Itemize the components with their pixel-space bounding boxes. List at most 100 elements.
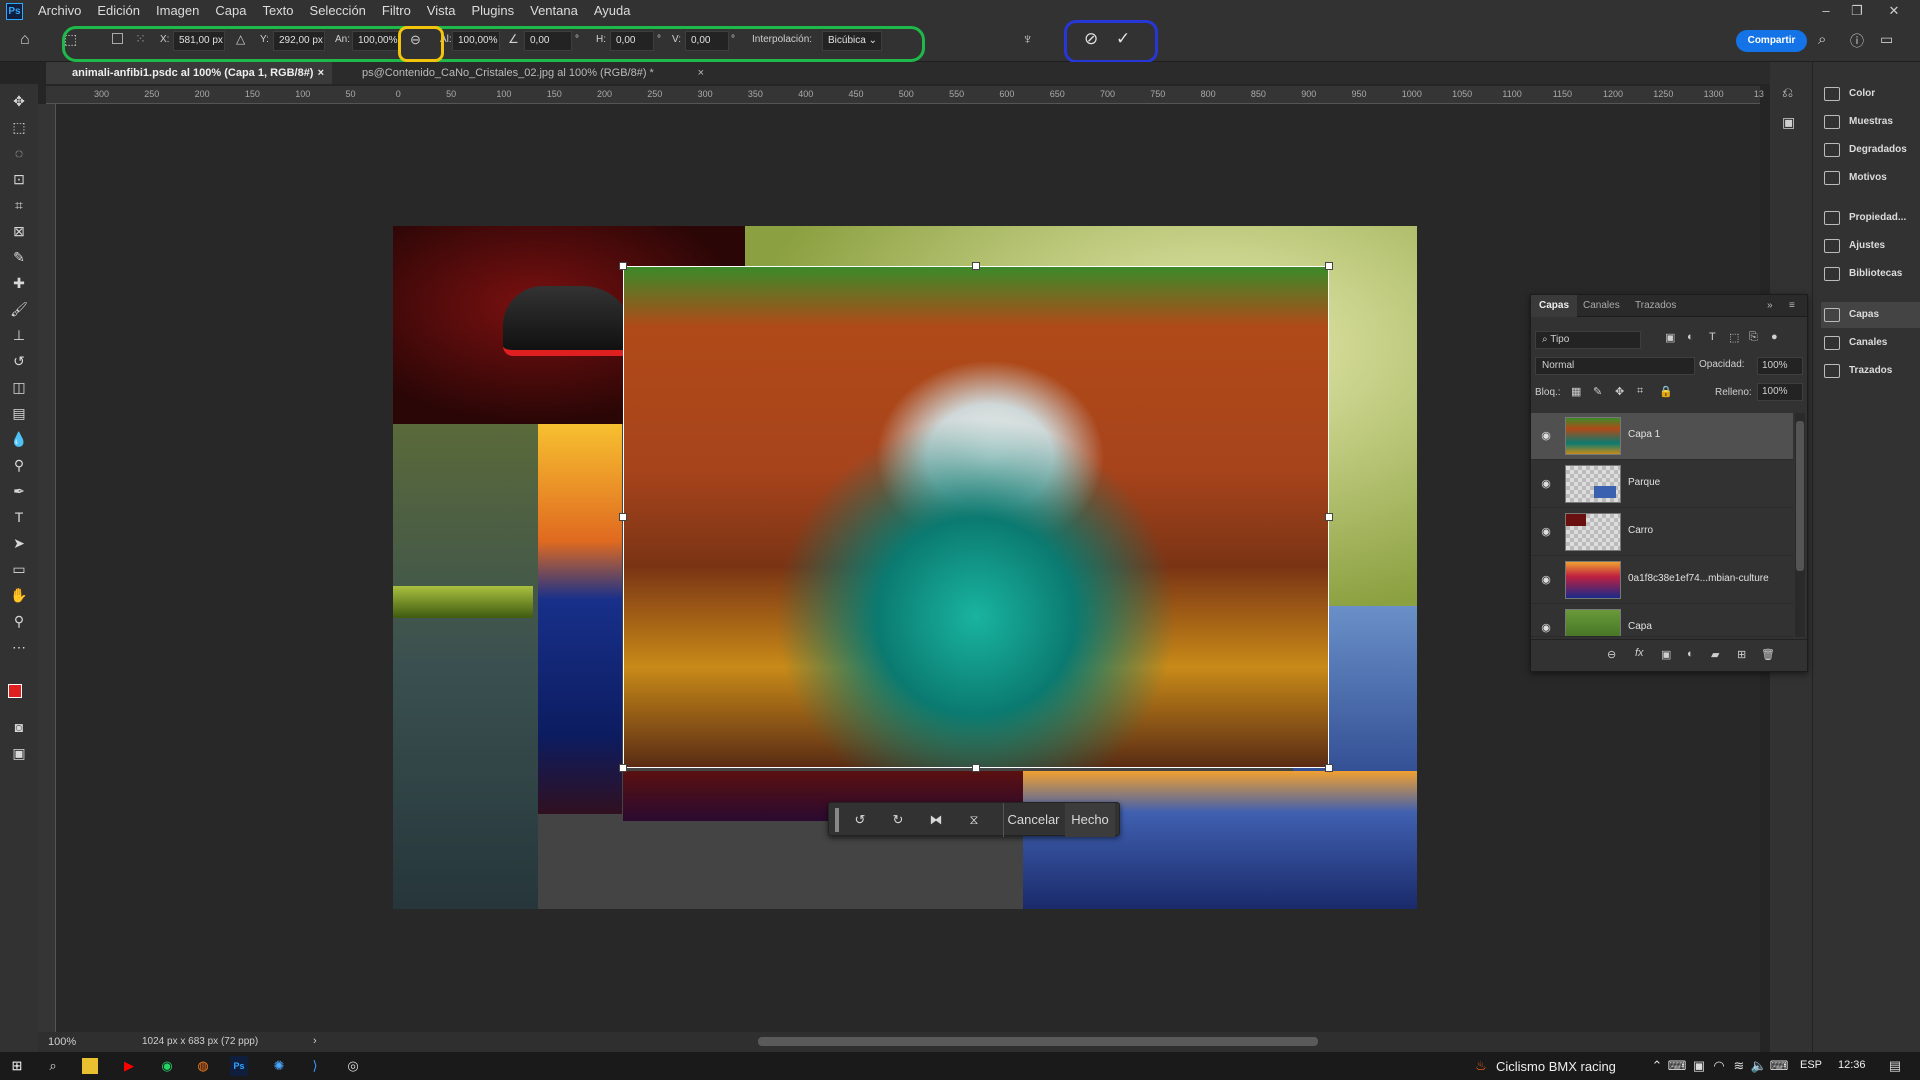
lock-transparency-icon[interactable]: ▦: [1571, 385, 1581, 398]
rotate-right-icon[interactable]: ↻: [883, 803, 913, 837]
eye-icon[interactable]: ◉: [1539, 525, 1553, 539]
grip-handle[interactable]: [835, 808, 839, 832]
panel-patterns[interactable]: Motivos: [1821, 165, 1887, 191]
home-icon[interactable]: ⌂: [20, 31, 30, 49]
transform-handle-r[interactable]: [1325, 513, 1333, 521]
panel-layers[interactable]: Capas: [1821, 302, 1920, 328]
comments-icon[interactable]: ▣: [1782, 114, 1795, 131]
panel-paths[interactable]: Trazados: [1821, 358, 1892, 384]
panel-color[interactable]: Color: [1821, 81, 1875, 107]
pen-tool-icon[interactable]: ✒: [6, 480, 32, 502]
workspace-icon[interactable]: ▭: [1880, 31, 1893, 48]
tab-trazados[interactable]: Trazados: [1627, 295, 1684, 317]
keyboard-icon[interactable]: ⌨: [1768, 1056, 1790, 1076]
menu-filtro[interactable]: Filtro: [374, 0, 419, 22]
lock-all-icon[interactable]: 🔒: [1659, 385, 1673, 398]
document-info[interactable]: 1024 px x 683 px (72 ppp): [142, 1036, 258, 1047]
whatsapp-icon[interactable]: ◉: [156, 1056, 178, 1076]
layer-filter-select[interactable]: ⌕ Tipo: [1535, 331, 1641, 349]
zoom-level[interactable]: 100%: [48, 1036, 76, 1048]
taskbar-app-title[interactable]: Ciclismo BMX racing: [1496, 1059, 1616, 1074]
layer-row-capa[interactable]: ◉ Capa: [1531, 605, 1793, 637]
layers-scrollbar[interactable]: [1795, 413, 1805, 637]
wifi-icon-2[interactable]: ≋: [1728, 1056, 1750, 1076]
quick-mask-icon[interactable]: ◙: [6, 716, 32, 738]
share-button[interactable]: Compartir: [1736, 30, 1807, 52]
crop-tool-icon[interactable]: ⌗: [6, 194, 32, 216]
menu-ayuda[interactable]: Ayuda: [586, 0, 639, 22]
menu-ventana[interactable]: Ventana: [522, 0, 586, 22]
zoom-tool-icon[interactable]: ⚲: [6, 610, 32, 632]
layer-row-parque[interactable]: ◉ Parque: [1531, 461, 1793, 508]
tab-animali[interactable]: animali-anfibi1.psdc al 100% (Capa 1, RG…: [46, 62, 332, 84]
transform-handle-br[interactable]: [1325, 764, 1333, 772]
lock-position-icon[interactable]: ✥: [1615, 385, 1624, 398]
transform-handle-l[interactable]: [619, 513, 627, 521]
transform-handle-t[interactable]: [972, 262, 980, 270]
blur-tool-icon[interactable]: 💧: [6, 428, 32, 450]
minimize-icon[interactable]: –: [1812, 0, 1840, 22]
panel-gradients[interactable]: Degradados: [1821, 137, 1907, 163]
eye-icon[interactable]: ◉: [1539, 573, 1553, 587]
link-layers-icon[interactable]: ⊖: [1607, 648, 1616, 661]
capa-1-waterfall-image[interactable]: [623, 266, 1329, 768]
language-indicator[interactable]: ESP: [1800, 1059, 1822, 1071]
menu-texto[interactable]: Texto: [254, 0, 301, 22]
layer-row-culture[interactable]: ◉ 0a1f8c38e1ef74...mbian-culture: [1531, 557, 1793, 604]
horizontal-scrollbar[interactable]: [758, 1037, 1318, 1046]
firefox-icon[interactable]: ◍: [192, 1056, 214, 1076]
tray-icon[interactable]: ▣: [1688, 1056, 1710, 1076]
cancel-button[interactable]: Cancelar: [1003, 803, 1063, 837]
dodge-tool-icon[interactable]: ⚲: [6, 454, 32, 476]
menu-vista[interactable]: Vista: [419, 0, 464, 22]
object-select-tool-icon[interactable]: ⊡: [6, 168, 32, 190]
browser-taskbar-icon[interactable]: ◎: [342, 1056, 364, 1076]
menu-seleccion[interactable]: Selección: [302, 0, 374, 22]
panel-channels[interactable]: Canales: [1821, 330, 1887, 356]
notification-icon[interactable]: ▤: [1884, 1056, 1906, 1076]
tab-contenido[interactable]: ps@Contenido_CaNo_Cristales_02.jpg al 10…: [336, 62, 712, 84]
close-tab-icon[interactable]: ×: [318, 62, 324, 84]
brush-tool-icon[interactable]: 🖌: [6, 298, 32, 320]
filter-toggle-icon[interactable]: ●: [1771, 331, 1778, 343]
type-tool-icon[interactable]: T: [6, 506, 32, 528]
status-arrow-icon[interactable]: ›: [313, 1035, 317, 1047]
search-icon[interactable]: ⌕: [1818, 31, 1826, 48]
restore-icon[interactable]: ❐: [1843, 0, 1871, 22]
warp-mode-icon[interactable]: ♆: [1022, 31, 1033, 48]
lasso-tool-icon[interactable]: ◌: [6, 142, 32, 164]
filter-smart-object-icon[interactable]: ⎘: [1749, 331, 1758, 344]
fx-icon[interactable]: fx: [1635, 647, 1644, 659]
fill-field[interactable]: 100%: [1757, 383, 1803, 401]
close-tab-icon[interactable]: ×: [698, 62, 704, 84]
filter-shape-icon[interactable]: ⬚: [1729, 331, 1739, 344]
flip-vertical-icon[interactable]: ⧖: [959, 803, 989, 837]
clock[interactable]: 12:36: [1838, 1059, 1866, 1071]
menu-plugins[interactable]: Plugins: [463, 0, 522, 22]
filter-pixel-icon[interactable]: ▣: [1665, 331, 1675, 344]
vscode-icon[interactable]: ⟩: [304, 1056, 326, 1076]
foreground-color-swatch[interactable]: [8, 684, 22, 698]
close-window-icon[interactable]: ✕: [1880, 0, 1908, 22]
move-tool-icon[interactable]: ✥: [6, 90, 32, 112]
blend-mode-select[interactable]: Normal: [1535, 357, 1695, 375]
transform-handle-bl[interactable]: [619, 764, 627, 772]
search-icon[interactable]: ⌕: [42, 1056, 64, 1076]
tray-chevron-icon[interactable]: ⌃: [1646, 1056, 1668, 1076]
tab-capas[interactable]: Capas: [1531, 295, 1578, 317]
layer-row-capa-1[interactable]: ◉ Capa 1: [1531, 413, 1793, 460]
layer-row-carro[interactable]: ◉ Carro: [1531, 509, 1793, 556]
panel-properties[interactable]: Propiedad...: [1821, 205, 1906, 231]
history-icon[interactable]: ⎌: [1782, 84, 1793, 101]
eye-icon[interactable]: ◉: [1539, 429, 1553, 443]
opacity-field[interactable]: 100%: [1757, 357, 1803, 375]
eye-icon[interactable]: ◉: [1539, 621, 1553, 635]
eyedropper-tool-icon[interactable]: ✎: [6, 246, 32, 268]
collapse-panel-icon[interactable]: »: [1759, 295, 1781, 317]
tab-canales[interactable]: Canales: [1575, 295, 1628, 317]
photoshop-taskbar-icon[interactable]: Ps: [230, 1056, 248, 1076]
more-tools-icon[interactable]: ⋯: [6, 636, 32, 658]
hand-tool-icon[interactable]: ✋: [6, 584, 32, 606]
file-explorer-icon[interactable]: [82, 1058, 98, 1074]
wifi-icon[interactable]: ◠: [1708, 1056, 1730, 1076]
